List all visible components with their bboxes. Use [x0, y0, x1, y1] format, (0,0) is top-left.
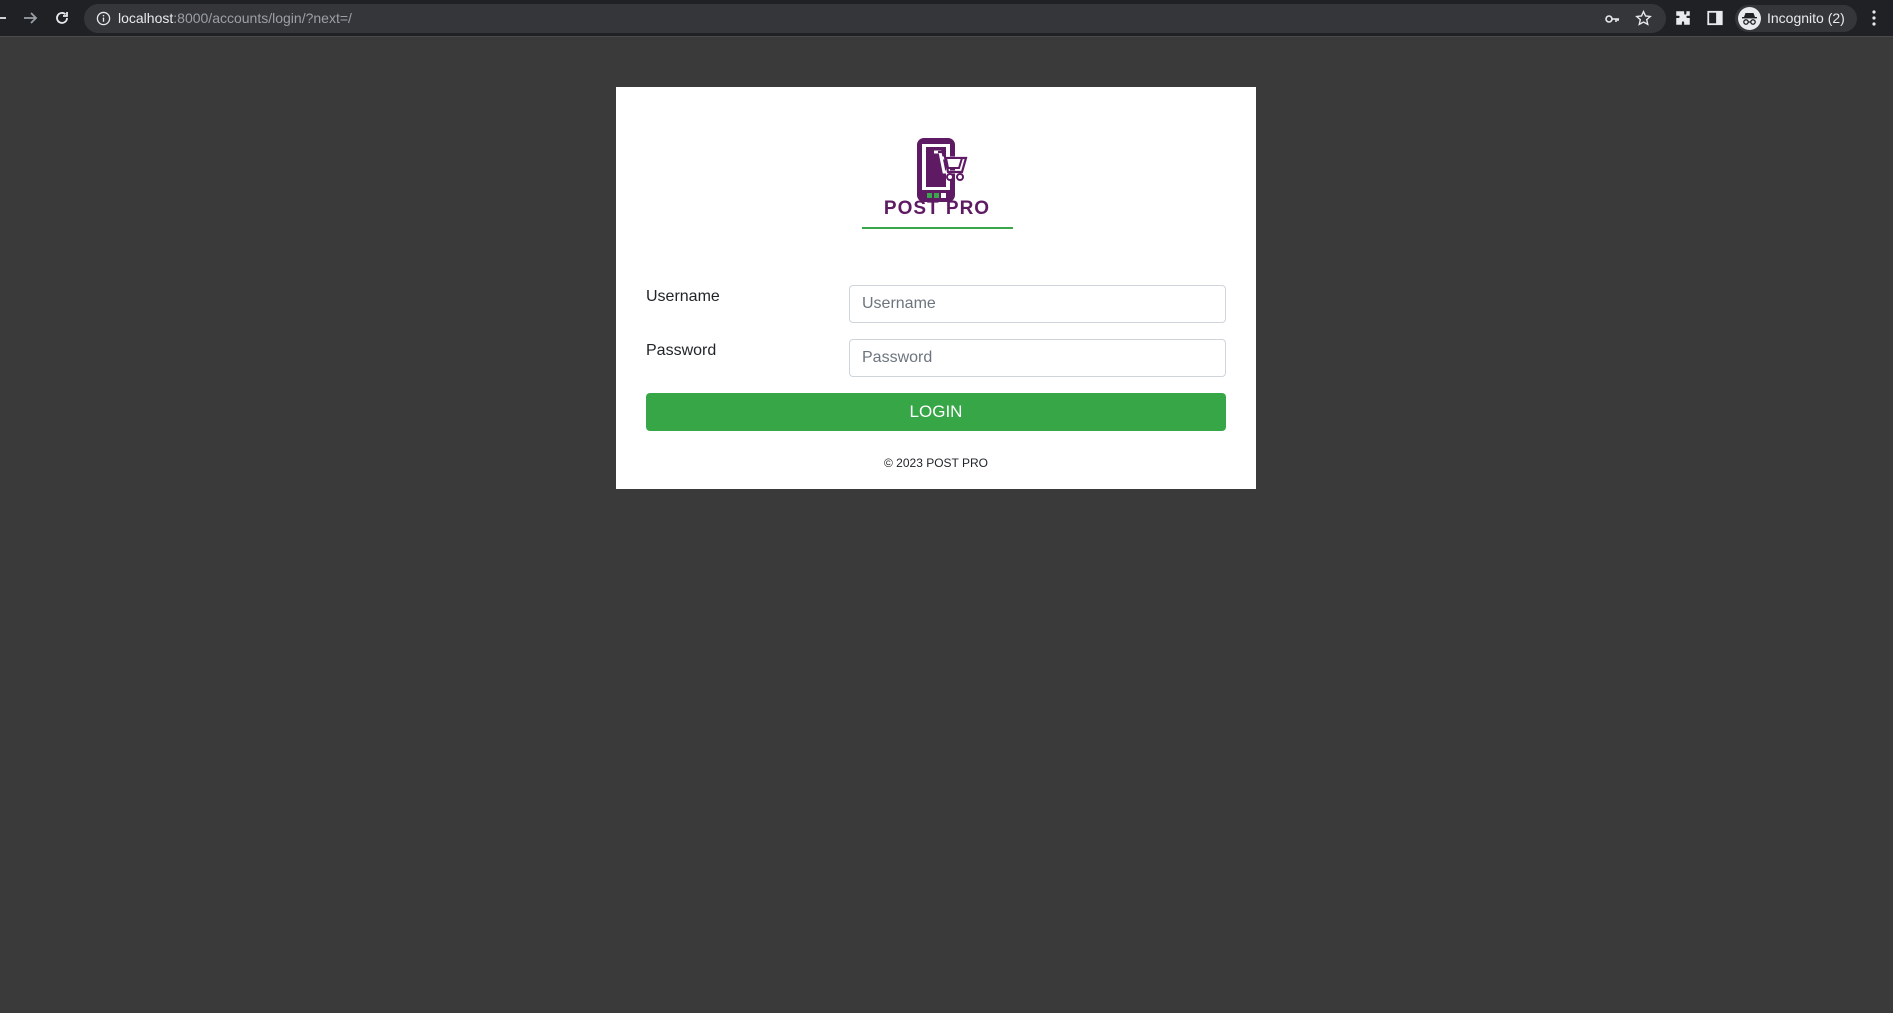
info-icon[interactable]	[96, 11, 111, 26]
password-row: Password	[646, 339, 1226, 377]
url-host: localhost	[118, 10, 174, 26]
reload-button[interactable]	[50, 6, 74, 30]
forward-arrow-icon	[24, 12, 38, 24]
extensions-icon[interactable]	[1674, 9, 1692, 27]
incognito-profile-button[interactable]: Incognito (2)	[1735, 5, 1857, 32]
username-input[interactable]	[849, 285, 1226, 323]
url-text[interactable]: localhost:8000/accounts/login/?next=/	[118, 11, 352, 26]
side-panel-icon[interactable]	[1706, 9, 1724, 27]
reload-icon	[56, 12, 68, 24]
back-arrow-icon	[0, 17, 6, 19]
username-row: Username	[646, 285, 1226, 323]
copyright-footer: © 2023 POST PRO	[884, 456, 988, 470]
password-input[interactable]	[849, 339, 1226, 377]
brand-logo: POST PRO	[859, 136, 1015, 232]
phone-cart-logo-icon	[917, 138, 968, 202]
kebab-menu-icon[interactable]	[1870, 9, 1878, 27]
url-path: :8000/accounts/login/?next=/	[173, 10, 352, 26]
incognito-icon	[1738, 7, 1761, 30]
logo-underline	[862, 227, 1013, 229]
key-icon[interactable]	[1604, 11, 1620, 27]
back-button[interactable]	[0, 6, 12, 30]
browser-toolbar: localhost:8000/accounts/login/?next=/ In…	[0, 0, 1893, 37]
login-card: POST PRO Username Password LOGIN © 2023 …	[616, 87, 1256, 489]
star-icon[interactable]	[1635, 10, 1652, 27]
logo-wordmark: POST PRO	[883, 198, 991, 219]
login-button[interactable]: LOGIN	[646, 393, 1226, 431]
incognito-label: Incognito (2)	[1767, 10, 1845, 26]
forward-button[interactable]	[18, 6, 42, 30]
password-label: Password	[646, 342, 717, 359]
username-label: Username	[646, 288, 720, 305]
address-bar[interactable]: localhost:8000/accounts/login/?next=/	[84, 4, 1666, 33]
